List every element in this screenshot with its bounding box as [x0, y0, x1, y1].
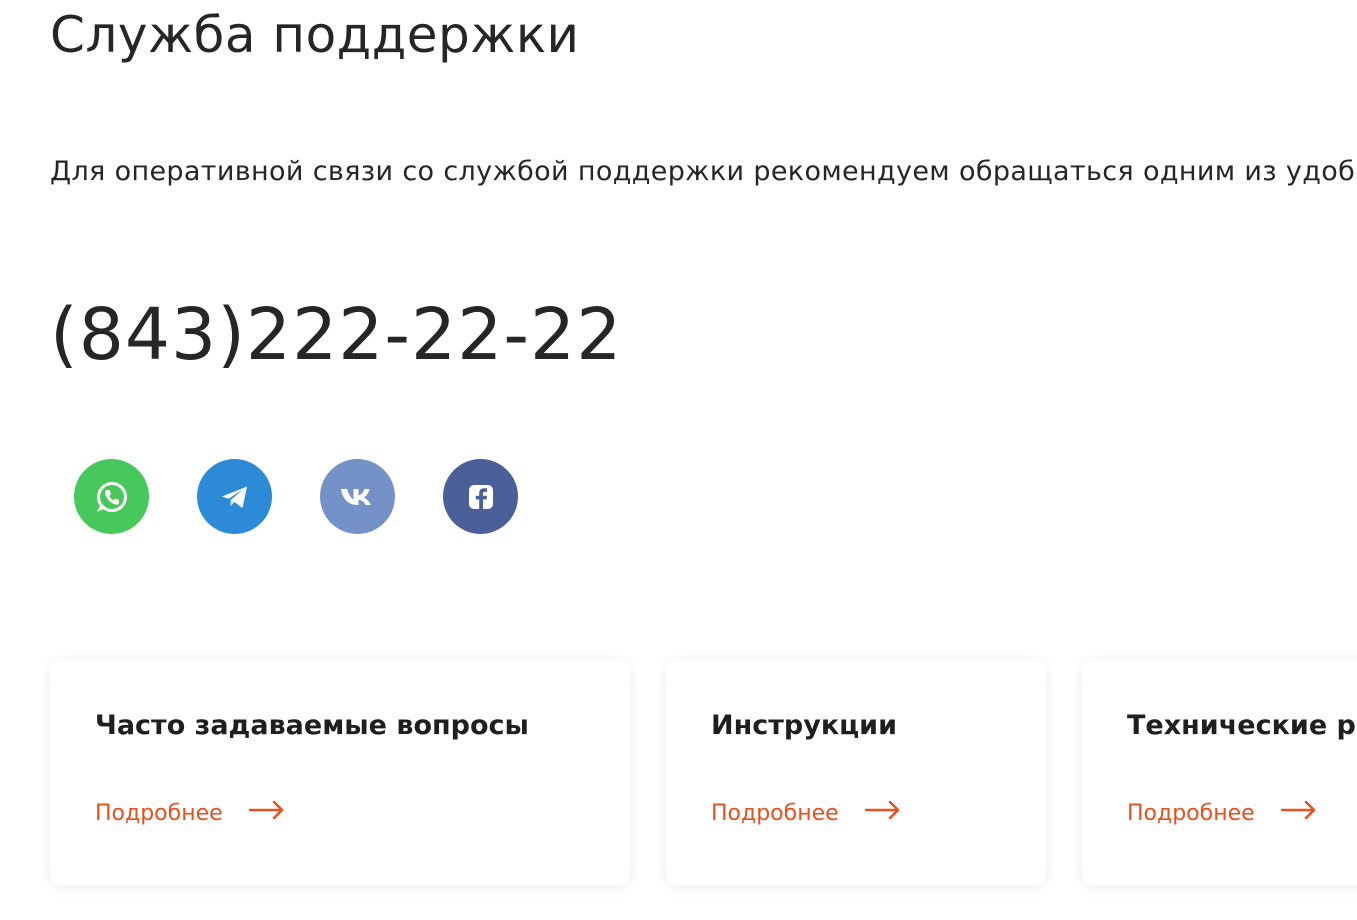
social-links: [74, 459, 518, 534]
vk-icon: [336, 475, 380, 519]
whatsapp-button[interactable]: [74, 459, 149, 534]
vk-button[interactable]: [320, 459, 395, 534]
phone-number-link[interactable]: (843)222-22-22: [50, 292, 622, 378]
more-link-label: Подробнее: [711, 801, 839, 826]
whatsapp-icon: [92, 477, 132, 517]
arrow-right-icon: [1280, 799, 1317, 829]
arrow-right-icon: [864, 799, 901, 829]
support-page: Служба поддержки Для оперативной связи с…: [0, 0, 1357, 920]
telegram-icon: [215, 477, 255, 517]
card-instructions[interactable]: Инструкции Подробнее: [666, 660, 1046, 885]
telegram-button[interactable]: [197, 459, 272, 534]
facebook-button[interactable]: [443, 459, 518, 534]
card-title: Часто задаваемые вопросы: [95, 710, 529, 741]
card-title: Инструкции: [711, 710, 898, 741]
intro-text: Для оперативной связи со службой поддерж…: [50, 156, 1356, 187]
card-technical[interactable]: Технические ра Подробнее: [1082, 660, 1357, 885]
more-link[interactable]: Подробнее: [95, 799, 285, 829]
more-link-label: Подробнее: [95, 801, 223, 826]
arrow-right-icon: [248, 799, 285, 829]
more-link[interactable]: Подробнее: [1127, 799, 1317, 829]
more-link-label: Подробнее: [1127, 801, 1255, 826]
card-faq[interactable]: Часто задаваемые вопросы Подробнее: [50, 660, 630, 885]
page-title: Служба поддержки: [50, 6, 580, 64]
more-link[interactable]: Подробнее: [711, 799, 901, 829]
facebook-icon: [461, 477, 501, 517]
card-title: Технические ра: [1127, 710, 1357, 741]
